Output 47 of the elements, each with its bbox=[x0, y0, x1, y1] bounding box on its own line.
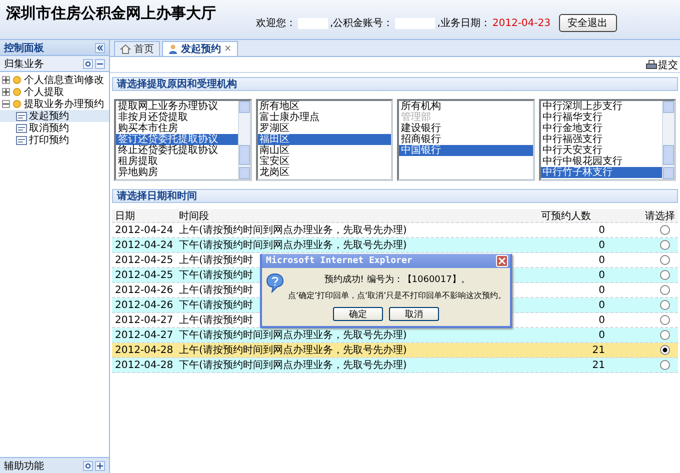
count-cell-text: 0 bbox=[598, 300, 606, 310]
time-slot-cell-text: 下午(请按预约时间到网点办理业务，先取号先办理) bbox=[178, 328, 408, 342]
count-cell-text: 0 bbox=[598, 254, 606, 266]
dialog-detail: 点‘确定’打印回单，点‘取消’只是不打印回单不影响这次预约。 bbox=[288, 290, 506, 301]
time-slot-cell-text: 上午(请按预约时间到网点办理业务，先取号先办理) bbox=[178, 224, 408, 237]
count-cell-text: 0 bbox=[598, 330, 606, 340]
panel-title: 控制面板 bbox=[4, 42, 44, 54]
date-cell-text: 2012-04-25 bbox=[114, 270, 174, 280]
date-cell-text: 2012-04-28 bbox=[114, 344, 174, 356]
count-cell-text: 0 bbox=[598, 314, 606, 326]
column-header: 时间段 bbox=[178, 210, 210, 223]
time-slot-cell-text: 下午(请按预约时间到网点办理业务，先取号先办理) bbox=[178, 358, 408, 372]
business-date: 2012-04-23 bbox=[492, 18, 550, 28]
time-slot-cell-text: 上午(请按预约时 bbox=[178, 314, 254, 327]
date-cell-text: 2012-04-26 bbox=[114, 284, 174, 296]
count-cell-text: 21 bbox=[591, 360, 606, 370]
account-label: ,公积金账号： bbox=[330, 16, 394, 30]
date-cell-text: 2012-04-25 bbox=[114, 254, 174, 266]
column-header: 请选择 bbox=[644, 210, 676, 223]
section-label: 归集业务 bbox=[4, 58, 44, 70]
section-header: 请选择提取原因和受理机构 bbox=[112, 77, 678, 91]
time-slot-cell-text: 上午(请按预约时 bbox=[178, 254, 254, 267]
count-cell-text: 21 bbox=[591, 344, 606, 356]
date-cell-text: 2012-04-28 bbox=[114, 360, 174, 370]
date-cell-text: 2012-04-26 bbox=[114, 300, 174, 310]
site-title: 深圳市住房公积金网上办事大厅 bbox=[6, 4, 216, 23]
section-header: 请选择日期和时间 bbox=[112, 189, 678, 203]
time-slot-cell-text: 下午(请按预约时 bbox=[178, 268, 254, 282]
time-slot-cell-text: 上午(请按预约时间到网点办理业务，先取号先办理) bbox=[178, 344, 408, 357]
date-cell-text: 2012-04-24 bbox=[114, 224, 174, 236]
time-slot-cell-text: 下午(请按预约时 bbox=[178, 298, 254, 312]
date-cell-text: 2012-04-27 bbox=[114, 330, 174, 340]
count-cell-text: 0 bbox=[598, 270, 606, 280]
count-cell-text: 0 bbox=[598, 284, 606, 296]
count-cell-text: 0 bbox=[598, 240, 606, 250]
count-cell-text: 0 bbox=[598, 224, 606, 236]
dialog-message: 预约成功! 编号为：【1060017】。 bbox=[324, 274, 470, 286]
date-cell-text: 2012-04-24 bbox=[114, 240, 174, 250]
date-cell-text: 2012-04-27 bbox=[114, 314, 174, 326]
column-header: 可预约人数 bbox=[540, 210, 592, 223]
dialog-title: Microsoft Internet Explorer bbox=[266, 256, 412, 266]
welcome-label: 欢迎您： bbox=[256, 16, 296, 30]
footer-label: 辅助功能 bbox=[4, 460, 44, 472]
date-label: ,业务日期： bbox=[437, 16, 490, 30]
column-header: 日期 bbox=[114, 210, 136, 223]
time-slot-cell-text: 上午(请按预约时 bbox=[178, 284, 254, 297]
time-slot-cell-text: 下午(请按预约时间到网点办理业务，先取号先办理) bbox=[178, 238, 408, 252]
